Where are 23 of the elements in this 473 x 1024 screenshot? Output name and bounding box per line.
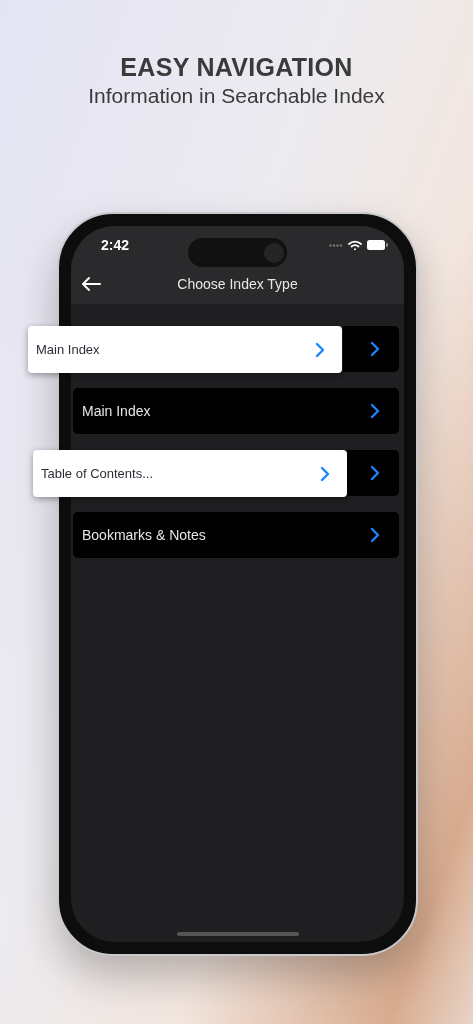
status-time: 2:42 <box>101 235 130 255</box>
list-row[interactable]: Bookmarks & Notes <box>73 512 399 558</box>
signal-icon <box>329 243 343 247</box>
row-label: Main Index <box>82 401 151 421</box>
wifi-icon <box>348 239 362 251</box>
row-label: Table of Contents... <box>41 464 153 483</box>
chevron-icon <box>320 465 330 482</box>
highlight-card[interactable]: Table of Contents... <box>33 450 347 497</box>
nav-title: Choose Index Type <box>177 274 298 294</box>
list-row[interactable] <box>343 450 399 496</box>
chevron-icon <box>370 403 380 419</box>
chevron-icon <box>370 465 380 481</box>
chevron-icon <box>370 527 380 543</box>
row-label: Bookmarks & Notes <box>82 525 206 545</box>
headline-subtitle: Information in Searchable Index <box>88 83 385 109</box>
battery-icon <box>367 240 388 250</box>
highlight-card[interactable]: Main Index <box>28 326 342 373</box>
headline-title: EASY NAVIGATION <box>120 52 353 82</box>
back-arrow-icon[interactable] <box>81 276 101 292</box>
row-label: Main Index <box>36 340 100 359</box>
chevron-icon <box>370 341 380 357</box>
list-row[interactable]: Main Index <box>73 388 399 434</box>
chevron-icon <box>315 341 325 358</box>
